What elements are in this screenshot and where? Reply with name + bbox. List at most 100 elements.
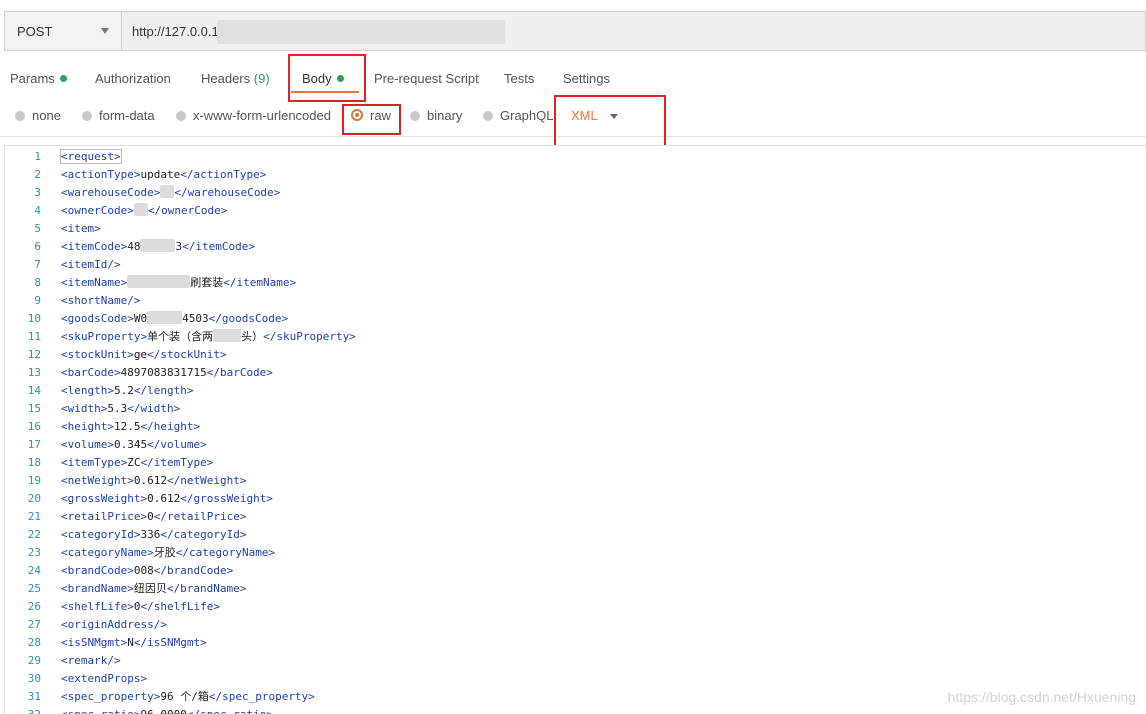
- xml-value: ge: [133, 348, 148, 361]
- tab-headers[interactable]: Headers (9): [201, 71, 270, 86]
- xml-tag: <originAddress/>: [61, 618, 167, 631]
- code-line: 16 <height>12.5</height>: [5, 418, 1146, 436]
- code-line: 12 <stockUnit>ge</stockUnit>: [5, 346, 1146, 364]
- xml-tag: </warehouseCode>: [174, 186, 281, 199]
- code-text: <ownerCode> </ownerCode>: [61, 202, 227, 220]
- tab-params[interactable]: Params: [10, 71, 67, 86]
- code-text: <length>5.2</length>: [61, 382, 193, 400]
- radio-form-data[interactable]: form-data: [82, 108, 155, 123]
- xml-tag: </itemName>: [223, 276, 297, 289]
- xml-tag: <categoryId>: [61, 528, 141, 541]
- xml-tag: <barCode>: [61, 366, 121, 379]
- code-text: <spec_property>96 个/箱</spec_property>: [61, 688, 315, 706]
- method-label: POST: [17, 24, 53, 39]
- xml-tag: </categoryId>: [160, 528, 247, 541]
- redacted-text: [213, 329, 242, 342]
- code-line: 24 <brandCode>008</brandCode>: [5, 562, 1146, 580]
- line-number: 24: [27, 564, 41, 577]
- xml-value: update: [140, 168, 181, 181]
- code-line: 14 <length>5.2</length>: [5, 382, 1146, 400]
- xml-tag: </spec_ratio>: [187, 708, 273, 714]
- xml-value: 5.3: [107, 402, 128, 415]
- tab-label: Settings: [563, 71, 610, 86]
- code-line: 20 <grossWeight>0.612</grossWeight>: [5, 490, 1146, 508]
- xml-tag: </grossWeight>: [180, 492, 273, 505]
- line-number: 1: [34, 150, 41, 163]
- xml-tag: </goodsCode>: [208, 312, 289, 325]
- xml-value: 008: [133, 564, 154, 577]
- radio-binary[interactable]: binary: [410, 108, 462, 123]
- tab-pre-request-script[interactable]: Pre-request Script: [374, 71, 479, 86]
- xml-tag: </volume>: [147, 438, 207, 451]
- xml-tag: <shelfLife>: [61, 600, 134, 613]
- line-number: 22: [27, 528, 41, 541]
- xml-tag: </brandCode>: [153, 564, 234, 577]
- code-line: 8 <itemName> 刷套装</itemName>: [5, 274, 1146, 292]
- code-line: 7 <itemId/>: [5, 256, 1146, 274]
- code-line: 2 <actionType>update</actionType>: [5, 166, 1146, 184]
- xml-value: 纽因贝: [133, 582, 167, 595]
- line-number: 28: [27, 636, 41, 649]
- chevron-down-icon: [101, 28, 109, 34]
- xml-tag: <goodsCode>: [61, 312, 134, 325]
- code-line: 11 <skuProperty>单个装（含两 头）</skuProperty>: [5, 328, 1146, 346]
- code-text: <height>12.5</height>: [61, 418, 200, 436]
- code-text: <itemName> 刷套装</itemName>: [61, 274, 296, 292]
- redacted-text: [127, 275, 191, 288]
- xml-value: 0: [147, 510, 154, 523]
- request-url-bar: POST http://127.0.0.1: [4, 11, 1146, 51]
- code-text: <shelfLife>0</shelfLife>: [61, 598, 220, 616]
- radio-icon: [410, 111, 420, 121]
- xml-tag: </brandName>: [166, 582, 247, 595]
- code-text: <barCode>4897083831715</barCode>: [61, 364, 273, 382]
- line-number: 21: [27, 510, 41, 523]
- radio-label: x-www-form-urlencoded: [193, 108, 331, 123]
- code-line: 1 <request>: [5, 148, 1146, 166]
- tab-label: Pre-request Script: [374, 71, 479, 86]
- line-number: 30: [27, 672, 41, 685]
- xml-value: 0.345: [113, 438, 148, 451]
- xml-tag: <netWeight>: [61, 474, 134, 487]
- xml-value: 48: [127, 240, 141, 253]
- line-number: 23: [27, 546, 41, 559]
- tab-tests[interactable]: Tests: [504, 71, 534, 86]
- line-number: 20: [27, 492, 41, 505]
- code-line: 21 <retailPrice>0</retailPrice>: [5, 508, 1146, 526]
- xml-value: 刷套装: [190, 276, 224, 289]
- code-line: 23 <categoryName>牙胶</categoryName>: [5, 544, 1146, 562]
- code-editor[interactable]: 1 <request> 2 <actionType>update</actionTyp…: [4, 145, 1146, 714]
- xml-tag: </shelfLife>: [140, 600, 220, 613]
- method-select[interactable]: POST: [5, 12, 122, 50]
- line-number: 3: [34, 186, 41, 199]
- tab-settings[interactable]: Settings: [563, 71, 610, 86]
- xml-value: N: [127, 636, 134, 649]
- xml-tag: <brandName>: [61, 582, 134, 595]
- status-dot-icon: [59, 75, 67, 82]
- line-number: 17: [27, 438, 41, 451]
- xml-tag: <item>: [61, 222, 101, 235]
- xml-tag: <width>: [61, 402, 108, 415]
- line-number: 8: [34, 276, 41, 289]
- tab-authorization[interactable]: Authorization: [95, 71, 171, 86]
- watermark: https://blog.csdn.net/Hxuening: [947, 689, 1136, 705]
- xml-tag: </itemCode>: [182, 240, 255, 253]
- code-line: 4 <ownerCode> </ownerCode>: [5, 202, 1146, 220]
- radio-icon: [82, 111, 92, 121]
- radio-graphql[interactable]: GraphQL: [483, 108, 553, 123]
- redacted-text: [140, 239, 176, 252]
- code-text: <itemCode>48 3</itemCode>: [61, 238, 255, 256]
- radio-label: binary: [427, 108, 463, 123]
- xml-tag: </ownerCode>: [147, 204, 228, 217]
- xml-tag: </retailPrice>: [153, 510, 247, 523]
- xml-tag: <spec_ratio>: [61, 708, 140, 714]
- xml-tag: <retailPrice>: [61, 510, 148, 523]
- redacted-text: [133, 203, 148, 216]
- radio-none[interactable]: none: [15, 108, 61, 123]
- url-input[interactable]: http://127.0.0.1: [132, 24, 219, 39]
- line-number: 9: [34, 294, 41, 307]
- code-line: 19 <netWeight>0.612</netWeight>: [5, 472, 1146, 490]
- code-text: <remark/>: [61, 652, 121, 670]
- radio-x-www-form-urlencoded[interactable]: x-www-form-urlencoded: [176, 108, 331, 123]
- code-line: 3 <warehouseCode> </warehouseCode>: [5, 184, 1146, 202]
- code-line: 6 <itemCode>48 3</itemCode>: [5, 238, 1146, 256]
